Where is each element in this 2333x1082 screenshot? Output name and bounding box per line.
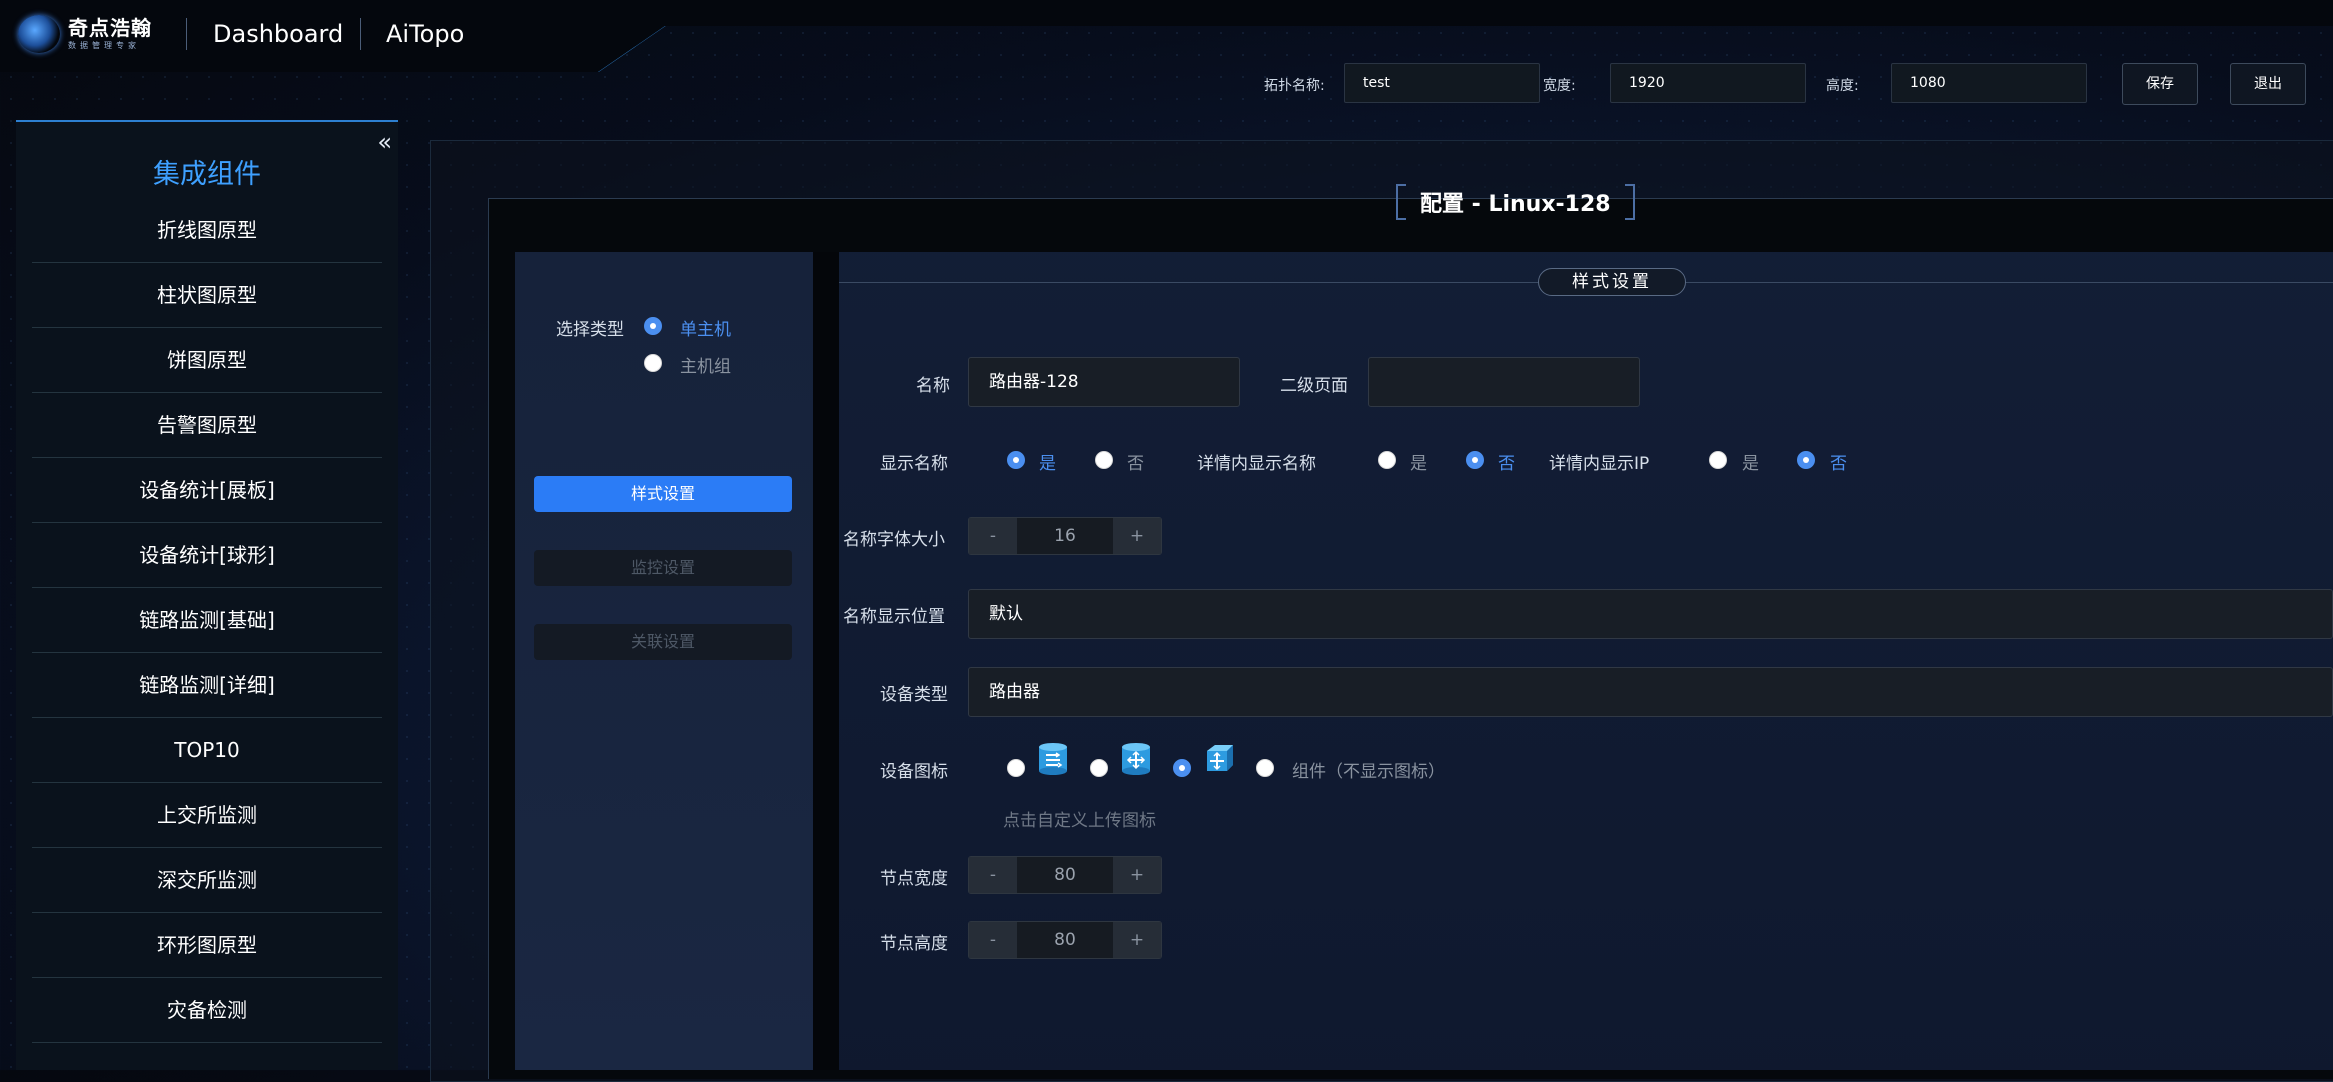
detail-show-ip-no-label[interactable]: 否 [1830, 449, 1847, 474]
font-size-stepper: - 16 + [968, 517, 1162, 555]
nav-aitopo[interactable]: AiTopo [386, 20, 464, 48]
node-width-value[interactable]: 80 [1017, 857, 1113, 893]
title-bracket-left [1396, 184, 1406, 220]
node-width-increment-button[interactable]: + [1113, 857, 1161, 893]
show-name-label: 显示名称 [880, 454, 948, 474]
height-input[interactable]: 1080 [1891, 63, 2087, 103]
sidebar-item-sse-monitor[interactable]: 上交所监测 [32, 783, 382, 848]
component-list: 折线图原型 柱状图原型 饼图原型 告警图原型 设备统计[展板] 设备统计[球形]… [32, 198, 382, 1043]
node-width-stepper: - 80 + [968, 856, 1162, 894]
font-size-decrement-button[interactable]: - [969, 518, 1017, 554]
device-type-label: 设备类型 [880, 685, 948, 705]
sidebar-item-device-stats-sphere[interactable]: 设备统计[球形] [32, 523, 382, 588]
sidebar-item-pie-chart[interactable]: 饼图原型 [32, 328, 382, 393]
detail-show-name-yes-label[interactable]: 是 [1410, 449, 1427, 474]
detail-show-ip-yes-radio[interactable] [1709, 451, 1727, 469]
tab-relation-settings[interactable]: 关联设置 [534, 624, 792, 660]
name-position-select[interactable]: 默认 [968, 589, 2333, 639]
nav-dashboard[interactable]: Dashboard [213, 20, 343, 48]
sidebar-item-bar-chart[interactable]: 柱状图原型 [32, 263, 382, 328]
sidebar-item-top10[interactable]: TOP10 [32, 718, 382, 783]
section-title: 样式设置 [1538, 268, 1686, 296]
sidebar-title: 集成组件 [153, 159, 261, 190]
show-name-no-label[interactable]: 否 [1127, 449, 1144, 474]
dialog-title-bar: 配置 - Linux-128 [1396, 182, 1635, 222]
topo-name-label: 拓扑名称: [1264, 78, 1325, 94]
sub-page-label: 二级页面 [1280, 376, 1348, 396]
font-size-label: 名称字体大小 [843, 530, 945, 550]
tab-style-settings[interactable]: 样式设置 [534, 476, 792, 512]
detail-show-name-no-radio[interactable] [1466, 451, 1484, 469]
header-separator [186, 18, 187, 50]
type-host-group-radio[interactable] [644, 354, 662, 372]
sidebar-item-alarm-chart[interactable]: 告警图原型 [32, 393, 382, 458]
node-height-stepper: - 80 + [968, 921, 1162, 959]
name-position-label: 名称显示位置 [843, 607, 945, 627]
switch-cube-icon[interactable] [1203, 741, 1235, 775]
detail-show-ip-label: 详情内显示IP [1549, 454, 1650, 474]
logo: 奇点浩翰 数据管理专家 [18, 14, 168, 54]
width-input[interactable]: 1920 [1610, 63, 1806, 103]
device-icon-2-radio[interactable] [1090, 759, 1108, 777]
component-sidebar: « 集成组件 折线图原型 柱状图原型 饼图原型 告警图原型 设备统计[展板] 设… [16, 120, 398, 1070]
detail-show-ip-yes-label[interactable]: 是 [1742, 449, 1759, 474]
sidebar-item-dr-detection[interactable]: 灾备检测 [32, 978, 382, 1043]
panel-divider [813, 252, 839, 1070]
sidebar-item-link-monitor-basic[interactable]: 链路监测[基础] [32, 588, 382, 653]
logo-tagline: 数据管理专家 [68, 41, 140, 50]
detail-show-name-yes-radio[interactable] [1378, 451, 1396, 469]
name-input[interactable]: 路由器-128 [968, 357, 1240, 407]
config-nav-panel [515, 252, 813, 1070]
select-type-label: 选择类型 [556, 320, 624, 340]
show-name-no-radio[interactable] [1095, 451, 1113, 469]
detail-show-name-label: 详情内显示名称 [1197, 454, 1316, 474]
tab-monitor-settings[interactable]: 监控设置 [534, 550, 792, 586]
header-separator [360, 18, 361, 50]
topo-name-input[interactable]: test [1344, 63, 1540, 103]
title-bracket-right [1624, 184, 1635, 220]
device-type-select[interactable]: 路由器 [968, 667, 2333, 717]
router-cylinder-icon[interactable] [1037, 741, 1069, 775]
node-height-label: 节点高度 [880, 934, 948, 954]
exit-button[interactable]: 退出 [2230, 63, 2306, 105]
type-single-host-label[interactable]: 单主机 [680, 315, 731, 340]
font-size-increment-button[interactable]: + [1113, 518, 1161, 554]
name-label: 名称 [916, 376, 950, 396]
dialog-title: 配置 - Linux-128 [1420, 192, 1611, 217]
type-single-host-radio[interactable] [644, 317, 662, 335]
show-name-yes-radio[interactable] [1007, 451, 1025, 469]
type-host-group-label[interactable]: 主机组 [680, 352, 731, 377]
node-width-label: 节点宽度 [880, 869, 948, 889]
sidebar-item-ring-chart[interactable]: 环形图原型 [32, 913, 382, 978]
sidebar-item-device-stats-board[interactable]: 设备统计[展板] [32, 458, 382, 523]
node-width-decrement-button[interactable]: - [969, 857, 1017, 893]
sub-page-input[interactable] [1368, 357, 1640, 407]
collapse-sidebar-icon[interactable]: « [377, 130, 392, 154]
show-name-yes-label[interactable]: 是 [1039, 449, 1056, 474]
device-icon-3-radio[interactable] [1173, 759, 1191, 777]
detail-show-ip-no-radio[interactable] [1797, 451, 1815, 469]
device-icon-label: 设备图标 [880, 762, 948, 782]
logo-globe-icon [18, 15, 60, 53]
logo-name: 奇点浩翰 [68, 16, 152, 40]
upload-icon-link[interactable]: 点击自定义上传图标 [1003, 806, 1156, 831]
width-label: 宽度: [1543, 78, 1576, 94]
device-icon-component-label[interactable]: 组件（不显示图标） [1292, 757, 1445, 782]
sidebar-item-line-chart[interactable]: 折线图原型 [32, 198, 382, 263]
node-height-increment-button[interactable]: + [1113, 922, 1161, 958]
height-label: 高度: [1826, 78, 1859, 94]
node-height-value[interactable]: 80 [1017, 922, 1113, 958]
save-button[interactable]: 保存 [2122, 63, 2198, 105]
device-icon-component-radio[interactable] [1256, 759, 1274, 777]
sidebar-item-szse-monitor[interactable]: 深交所监测 [32, 848, 382, 913]
device-icon-1-radio[interactable] [1007, 759, 1025, 777]
detail-show-name-no-label[interactable]: 否 [1498, 449, 1515, 474]
font-size-value[interactable]: 16 [1017, 518, 1113, 554]
sidebar-item-link-monitor-detail[interactable]: 链路监测[详细] [32, 653, 382, 718]
node-height-decrement-button[interactable]: - [969, 922, 1017, 958]
switch-cylinder-icon[interactable] [1120, 741, 1152, 775]
